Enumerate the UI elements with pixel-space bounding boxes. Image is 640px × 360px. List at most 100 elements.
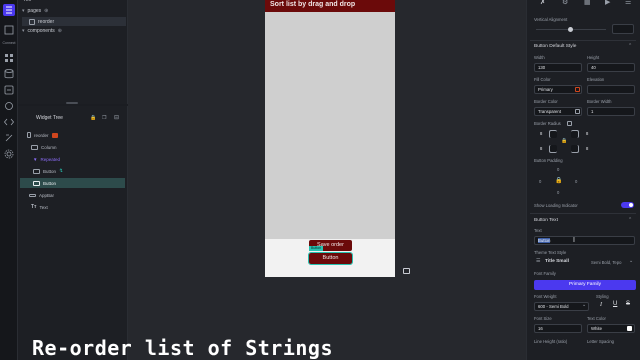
radius-bottom-right[interactable]: 8 (586, 146, 588, 151)
chevron-down-icon[interactable]: ⌄ (629, 258, 633, 264)
phone-preview[interactable] (265, 0, 395, 277)
divider (530, 213, 636, 214)
styling-label: Styling (596, 294, 609, 299)
widget-row-button[interactable]: Button ↯ (20, 166, 125, 176)
loading-indicator-toggle[interactable] (621, 202, 634, 208)
root-label: res (24, 0, 31, 3)
widget-row-label: Repeated (40, 156, 60, 162)
theme-icon[interactable] (3, 132, 15, 144)
button-selected[interactable]: Button (308, 252, 353, 265)
page-reorder-label: reorder (38, 18, 55, 25)
widget-row-appbar[interactable]: AppBar (20, 190, 125, 200)
border-color-label: Border Color (534, 99, 558, 104)
copy-icon[interactable]: ❐ (102, 115, 106, 121)
border-width-label: Border Width (587, 99, 612, 104)
widget-palette-icon[interactable] (3, 52, 15, 64)
button-text-title: Button Text (534, 218, 558, 223)
widget-row-page[interactable]: reorder (20, 130, 125, 140)
button-icon (33, 168, 40, 174)
font-size-label: Font Size (534, 316, 552, 321)
strikethrough-icon[interactable]: S (626, 301, 630, 307)
radius-corner-br-icon (571, 145, 579, 153)
padding-left[interactable]: 0 (539, 179, 541, 184)
fill-color-label: Fill Color (534, 77, 551, 82)
tree-folder-components[interactable]: ▾ components ⊕ (22, 28, 62, 34)
play-tab-icon[interactable]: ▶ (605, 0, 610, 6)
elevation-field[interactable] (587, 85, 635, 94)
divider (530, 40, 636, 41)
api-icon[interactable] (3, 84, 15, 96)
font-weight-field[interactable]: 600 - Semi Bold (534, 302, 589, 311)
device-preview-icon[interactable] (403, 268, 410, 274)
add-page-icon[interactable]: ⊕ (44, 8, 48, 14)
database-icon[interactable] (3, 68, 15, 80)
list-icon: ☰ (536, 258, 541, 264)
tree-page-reorder[interactable]: reorder (22, 17, 126, 26)
backend-query-tab-icon[interactable]: ▦ (584, 0, 591, 6)
radius-corner-bl-icon (549, 145, 557, 153)
chevron-up-icon[interactable]: ⌃ (628, 217, 632, 223)
radius-link-icon[interactable] (567, 121, 572, 126)
chevron-up-icon[interactable]: ⌃ (628, 43, 632, 49)
widget-row-text[interactable]: Tт Text (20, 202, 125, 212)
radius-bottom-left[interactable]: 8 (540, 146, 542, 151)
add-component-icon[interactable]: ⊕ (58, 28, 62, 34)
folder-pages-label: pages (27, 8, 42, 14)
settings-gear-icon[interactable] (3, 148, 15, 160)
text-field-value: Button (538, 238, 551, 243)
more-tab-icon[interactable]: ☰ (625, 0, 631, 6)
lock-icon[interactable]: 🔒 (90, 115, 96, 121)
radius-top-left[interactable]: 8 (540, 131, 542, 136)
text-icon: Tт (31, 204, 37, 210)
page-icon (29, 18, 35, 25)
alignment-slider-thumb[interactable] (568, 27, 573, 32)
width-field[interactable]: 130 (534, 63, 582, 72)
radius-top-right[interactable]: 8 (586, 131, 588, 136)
widget-row-label: reorder (34, 132, 49, 138)
underline-icon[interactable]: U (613, 301, 617, 307)
italic-icon[interactable]: I (600, 302, 602, 308)
width-label: Width (534, 55, 545, 60)
fill-color-swatch-icon[interactable] (575, 87, 580, 92)
column-icon (31, 144, 38, 150)
widget-row-label: Button (43, 180, 57, 186)
media-icon[interactable] (3, 100, 15, 112)
padding-top[interactable]: 0 (557, 167, 559, 172)
widget-tree-title: Widget Tree (36, 115, 63, 121)
font-family-button[interactable]: Primary Family (534, 280, 636, 290)
theme-text-style-value[interactable]: Title Small (545, 259, 569, 264)
widget-row-button-selected[interactable]: Button (20, 178, 125, 188)
collapse-all-icon[interactable]: ⊟ (114, 114, 119, 121)
text-color-swatch-icon[interactable] (627, 326, 632, 331)
widget-row-repeated[interactable]: ▼ Repeated (20, 154, 125, 164)
padding-right[interactable]: 0 (575, 179, 577, 184)
loading-indicator-label: Show Loading Indicator (534, 203, 578, 208)
widget-row-label: Text (39, 204, 48, 210)
widget-row-column[interactable]: Column (20, 142, 125, 152)
height-field[interactable]: 40 (587, 63, 635, 72)
theme-text-style-label: Theme Text Style (534, 250, 567, 255)
panel-resize-handle[interactable] (66, 102, 78, 104)
selection-tag: Button (309, 246, 324, 251)
code-icon[interactable] (3, 116, 15, 128)
padding-lock-icon[interactable]: 🔒 (555, 177, 562, 184)
tree-root[interactable]: res (24, 0, 31, 3)
text-field[interactable]: Button (534, 236, 635, 245)
theme-font-hint: Semi Bold, Tepo (591, 260, 622, 265)
widget-tree-panel: Widget Tree 🔒 ❐ ⊟ reorder Column ▼ Repea… (18, 106, 128, 360)
font-size-field[interactable]: 16 (534, 324, 582, 333)
actions-tab-icon[interactable]: ⚙ (562, 0, 568, 6)
tree-folder-pages[interactable]: ▾ pages ⊕ (22, 8, 48, 14)
pages-icon[interactable] (3, 4, 15, 16)
alignment-value-field[interactable] (612, 24, 634, 34)
border-color-swatch-icon[interactable] (575, 109, 580, 114)
border-width-field[interactable]: 1 (587, 107, 635, 116)
radius-corner-tr-icon (571, 130, 579, 138)
app-bar[interactable]: Sort list by drag and drop (265, 0, 395, 12)
radius-lock-icon[interactable]: 🔒 (561, 138, 567, 144)
chevron-down-icon[interactable]: ⌄ (582, 302, 586, 308)
padding-bottom[interactable]: 0 (557, 190, 559, 195)
storyboard-icon[interactable] (3, 24, 15, 36)
letter-spacing-label: Letter Spacing (587, 339, 615, 344)
properties-tab-icon[interactable]: ✗ (540, 0, 546, 6)
